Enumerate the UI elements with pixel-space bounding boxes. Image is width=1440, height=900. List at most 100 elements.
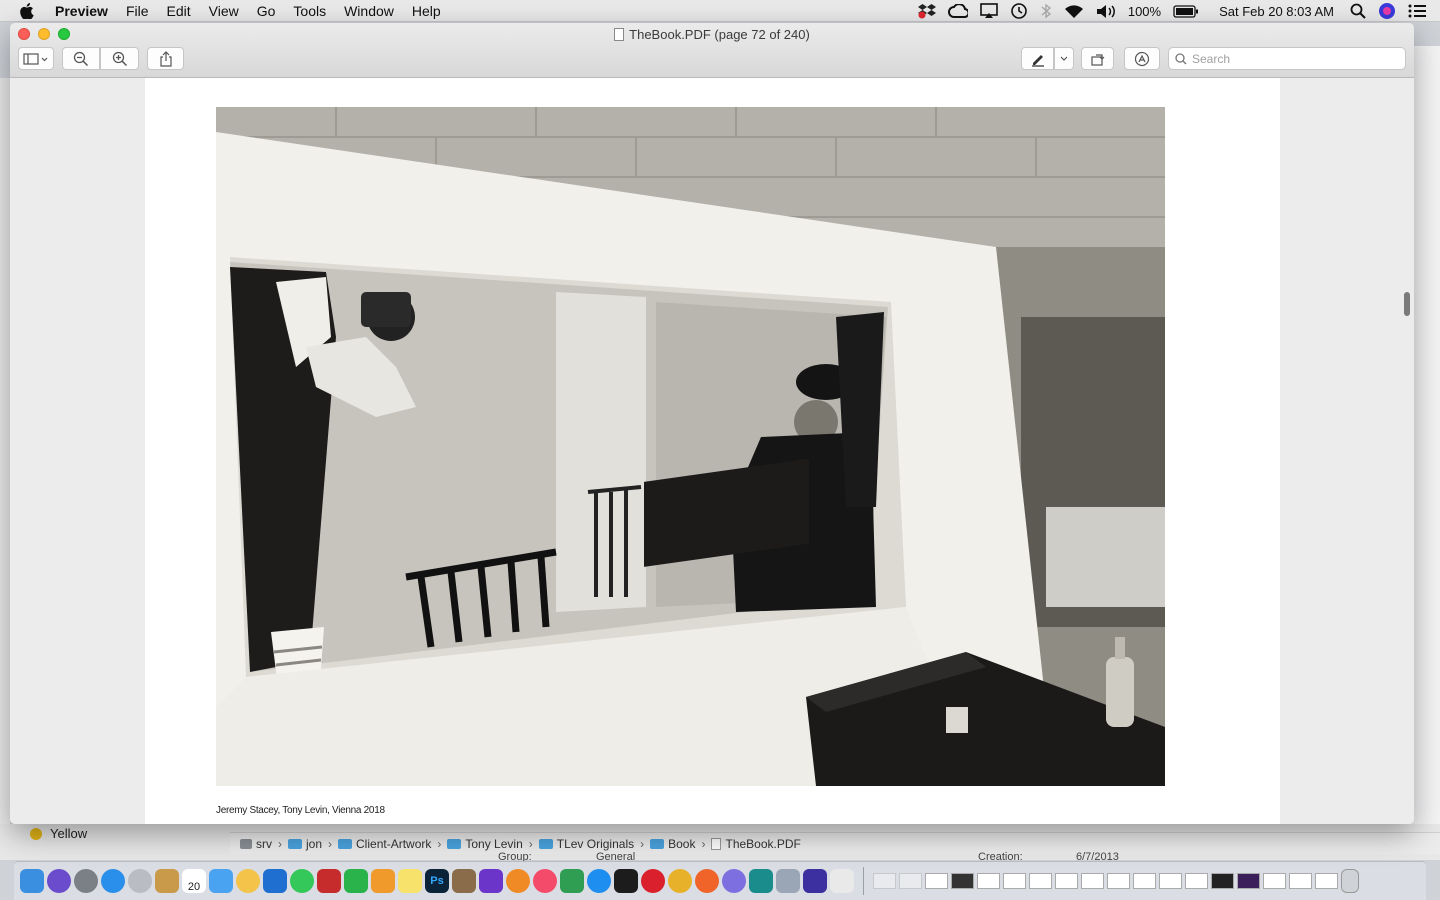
markup-menu-button[interactable] bbox=[1054, 47, 1074, 70]
app-store-icon[interactable] bbox=[587, 869, 611, 893]
menu-file[interactable]: File bbox=[117, 0, 158, 22]
search-input[interactable] bbox=[1192, 51, 1392, 66]
minimized-window-thumb[interactable] bbox=[951, 873, 974, 889]
minimized-window-thumb[interactable] bbox=[1159, 873, 1182, 889]
dropbox-icon[interactable] bbox=[912, 0, 942, 22]
folder-icon bbox=[288, 838, 302, 849]
zoom-out-button[interactable] bbox=[62, 47, 100, 70]
path-item-tony-levin[interactable]: Tony Levin bbox=[447, 837, 523, 851]
window-title: TheBook.PDF (page 72 of 240) bbox=[10, 27, 1414, 42]
rotate-button[interactable] bbox=[1081, 47, 1114, 70]
numbers-icon[interactable] bbox=[344, 869, 368, 893]
markup-toolbar-button[interactable] bbox=[1124, 47, 1160, 70]
vertical-scrollbar[interactable] bbox=[1404, 292, 1410, 316]
mail-icon[interactable] bbox=[209, 869, 233, 893]
spotlight-icon[interactable] bbox=[1344, 0, 1372, 22]
menu-view[interactable]: View bbox=[200, 0, 248, 22]
terminal-icon[interactable] bbox=[614, 869, 638, 893]
search-field[interactable] bbox=[1168, 47, 1406, 70]
search-icon bbox=[1175, 52, 1187, 64]
instruments-icon[interactable] bbox=[560, 869, 584, 893]
minimized-window-thumb[interactable] bbox=[1315, 873, 1338, 889]
minimized-window-thumb[interactable] bbox=[925, 873, 948, 889]
bluetooth-icon[interactable] bbox=[1034, 0, 1058, 22]
menu-help[interactable]: Help bbox=[403, 0, 450, 22]
minimized-window-thumb[interactable] bbox=[1185, 873, 1208, 889]
menu-window[interactable]: Window bbox=[335, 0, 403, 22]
minimized-window-thumb[interactable] bbox=[1107, 873, 1130, 889]
airplay-icon[interactable] bbox=[974, 0, 1004, 22]
minimized-window-thumb[interactable] bbox=[1029, 873, 1052, 889]
script-editor-icon[interactable] bbox=[452, 869, 476, 893]
apple-menu-icon[interactable] bbox=[16, 0, 38, 22]
safari-icon[interactable] bbox=[101, 869, 125, 893]
folder-icon bbox=[650, 838, 665, 849]
preview-app-icon[interactable] bbox=[776, 869, 800, 893]
calendar-icon[interactable]: 20 bbox=[182, 869, 206, 893]
photo-booth-icon[interactable] bbox=[317, 869, 341, 893]
document-viewer[interactable]: Jeremy Stacey, Tony Levin, Vienna 2018 bbox=[10, 78, 1414, 824]
xcode-icon[interactable] bbox=[263, 869, 287, 893]
books-icon[interactable] bbox=[506, 869, 530, 893]
minimized-window-thumb[interactable] bbox=[1081, 873, 1104, 889]
minimized-window-thumb[interactable] bbox=[1237, 873, 1260, 889]
path-item-srv[interactable]: srv bbox=[240, 837, 272, 851]
photos-icon[interactable] bbox=[236, 869, 260, 893]
notification-center-icon[interactable] bbox=[1402, 0, 1440, 22]
imovie-icon[interactable] bbox=[479, 869, 503, 893]
photoshop-icon[interactable]: Ps bbox=[425, 869, 449, 893]
yellow-tag-icon bbox=[30, 827, 42, 840]
volume-icon[interactable] bbox=[1090, 0, 1122, 22]
notes-app-icon[interactable] bbox=[155, 869, 179, 893]
finder-app-icon[interactable] bbox=[20, 869, 44, 893]
affinity-icon[interactable] bbox=[749, 869, 773, 893]
path-item-jon[interactable]: jon bbox=[288, 837, 322, 851]
stickies-icon[interactable] bbox=[398, 869, 422, 893]
markup-pen-button[interactable] bbox=[1021, 47, 1054, 70]
minimized-window-thumb[interactable] bbox=[1289, 873, 1312, 889]
minimized-window-thumb[interactable] bbox=[1211, 873, 1234, 889]
system-preferences-icon[interactable] bbox=[74, 869, 98, 893]
bbedit-icon[interactable] bbox=[722, 869, 746, 893]
path-item-thebook-pdf[interactable]: TheBook.PDF bbox=[711, 837, 801, 851]
chrome-icon[interactable] bbox=[668, 869, 692, 893]
menu-edit[interactable]: Edit bbox=[158, 0, 200, 22]
menu-app-name[interactable]: Preview bbox=[46, 0, 117, 22]
launchpad-icon[interactable] bbox=[128, 869, 152, 893]
tag-label: Yellow bbox=[50, 826, 88, 841]
finder-tag-yellow[interactable]: Yellow bbox=[30, 826, 87, 841]
siri-icon[interactable] bbox=[1372, 0, 1402, 22]
messages-icon[interactable] bbox=[290, 869, 314, 893]
share-icon bbox=[159, 50, 172, 67]
minimized-window-thumb[interactable] bbox=[1263, 873, 1286, 889]
battery-icon[interactable] bbox=[1167, 0, 1205, 22]
opera-icon[interactable] bbox=[641, 869, 665, 893]
pages-icon[interactable] bbox=[371, 869, 395, 893]
siri-app-icon[interactable] bbox=[47, 869, 71, 893]
trash-icon[interactable] bbox=[1341, 869, 1359, 893]
amazon-music-icon[interactable] bbox=[803, 869, 827, 893]
time-machine-icon[interactable] bbox=[1004, 0, 1034, 22]
minimized-window-thumb[interactable] bbox=[873, 873, 896, 889]
path-item-client-artwork[interactable]: Client-Artwork bbox=[338, 837, 431, 851]
firefox-icon[interactable] bbox=[695, 869, 719, 893]
music-icon[interactable] bbox=[533, 869, 557, 893]
menu-tools[interactable]: Tools bbox=[284, 0, 335, 22]
clock[interactable]: Sat Feb 20 8:03 AM bbox=[1205, 0, 1344, 22]
menu-bar: Preview File Edit View Go Tools Window H… bbox=[0, 0, 1440, 22]
minimized-window-thumb[interactable] bbox=[1055, 873, 1078, 889]
share-button[interactable] bbox=[147, 47, 184, 70]
path-item-tlev-originals[interactable]: TLev Originals bbox=[538, 837, 634, 851]
zoom-in-button[interactable] bbox=[100, 47, 139, 70]
minimized-window-thumb[interactable] bbox=[1003, 873, 1026, 889]
zoom-out-icon bbox=[73, 51, 89, 66]
sidebar-toggle-button[interactable] bbox=[18, 47, 54, 70]
creative-cloud-icon[interactable] bbox=[942, 0, 974, 22]
wifi-icon[interactable] bbox=[1058, 0, 1090, 22]
menu-go[interactable]: Go bbox=[248, 0, 285, 22]
textedit-icon[interactable] bbox=[830, 869, 854, 893]
minimized-window-thumb[interactable] bbox=[1133, 873, 1156, 889]
minimized-window-thumb[interactable] bbox=[899, 873, 922, 889]
path-item-book[interactable]: Book bbox=[650, 837, 695, 851]
minimized-window-thumb[interactable] bbox=[977, 873, 1000, 889]
